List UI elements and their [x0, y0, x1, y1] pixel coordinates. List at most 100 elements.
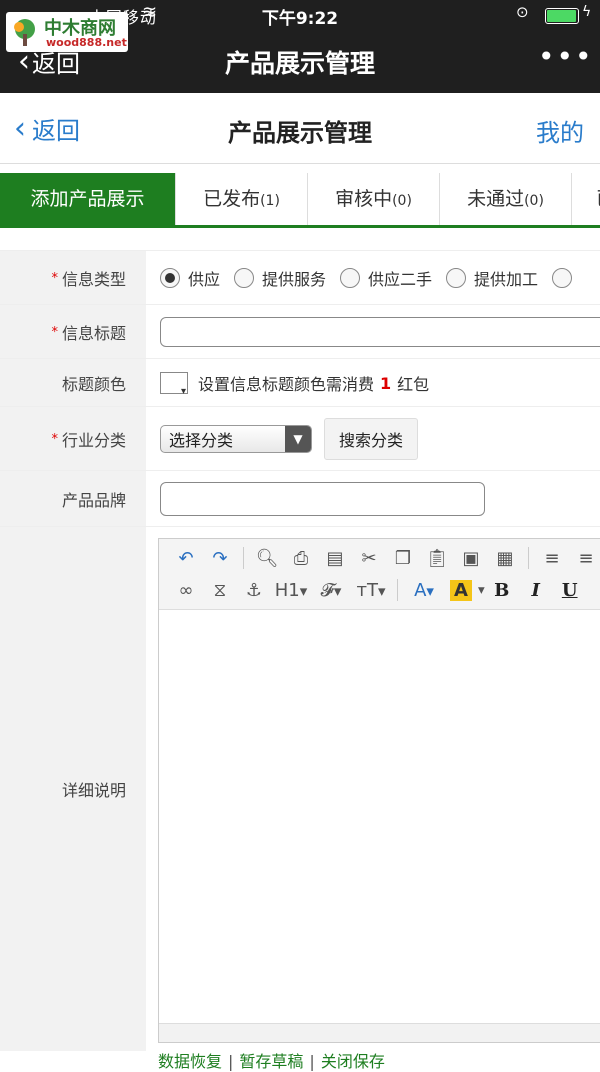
template-icon[interactable]: ▤ [318, 548, 352, 569]
tab-label: 已 [596, 188, 600, 210]
toolbar-row-2: ∞ ⧖ ⚓ H1▾ 𝓕▾ тT▾ A▾ A ▾ B I U [169, 575, 587, 605]
link-separator: | [309, 1052, 315, 1071]
brand-field-wrap [160, 471, 600, 527]
tab-more[interactable]: 已 [572, 173, 600, 225]
rich-text-editor: ↶ ↷ 🔍︎ ⎙ ▤ ✂ ❐ 📋︎ ▣ ▦ ≡ ≡ ∞ ⧖ ⚓ H1▾ 𝓕▾ т… [158, 538, 600, 1043]
heading-dropdown[interactable]: H1▾ [271, 580, 311, 601]
copy-icon[interactable]: ❐ [386, 548, 420, 569]
radio-dot [552, 268, 573, 288]
search-category-button[interactable]: 搜索分类 [324, 418, 419, 460]
editor-status-bar [159, 1023, 600, 1042]
paste-icon[interactable]: 📋︎ [420, 548, 454, 569]
form-row-type: * 信息类型 供应 提供服务 供应二手 提供加工 [0, 250, 600, 305]
mine-link[interactable]: 我的 [536, 113, 584, 148]
battery-icon [545, 8, 579, 24]
paste-word-icon[interactable]: ▦ [488, 548, 522, 569]
title-field-wrap [160, 305, 600, 359]
type-options: 供应 提供服务 供应二手 提供加工 [160, 251, 600, 305]
bold-icon[interactable]: B [485, 580, 519, 601]
font-size-icon: тT [356, 579, 378, 601]
radio-service[interactable]: 提供服务 [234, 266, 326, 290]
brand-label: 产品品牌 [0, 471, 146, 527]
preview-icon[interactable]: 🔍︎ [250, 548, 284, 569]
tree-icon [14, 19, 35, 46]
more-options-button[interactable]: ••• [538, 40, 594, 73]
redo-icon[interactable]: ↷ [203, 548, 237, 569]
color-label-text: 标题颜色 [61, 375, 126, 394]
radio-processing[interactable]: 提供加工 [446, 266, 538, 290]
paste-text-icon[interactable]: ▣ [454, 548, 488, 569]
industry-label-text: 行业分类 [61, 431, 126, 450]
required-mark: * [51, 270, 58, 286]
cut-icon[interactable]: ✂ [352, 548, 386, 569]
font-family-icon: 𝓕 [320, 579, 334, 601]
rotation-lock-icon: ⊙ [516, 3, 529, 21]
tab-label: 添加产品展示 [30, 188, 145, 210]
restore-data-link[interactable]: 数据恢复 [158, 1052, 222, 1071]
heading-icon: H1 [274, 579, 300, 601]
color-cost: 1 [380, 373, 392, 393]
link-icon[interactable]: ∞ [169, 580, 203, 601]
radio-dot [340, 268, 361, 288]
tab-published[interactable]: 已发布(1) [176, 173, 308, 225]
radio-dot [446, 268, 467, 288]
type-label: * 信息类型 [0, 251, 146, 305]
radio-supply[interactable]: 供应 [160, 266, 220, 290]
editor-toolbar: ↶ ↷ 🔍︎ ⎙ ▤ ✂ ❐ 📋︎ ▣ ▦ ≡ ≡ ∞ ⧖ ⚓ H1▾ 𝓕▾ т… [159, 539, 600, 610]
tab-count: (1) [260, 193, 280, 209]
industry-select-value: 选择分类 [169, 431, 234, 450]
type-label-text: 信息类型 [61, 270, 126, 289]
align-left-icon[interactable]: ≡ [535, 548, 569, 569]
dropdown-arrow-icon: ▼ [285, 426, 311, 452]
underline-icon[interactable]: U [553, 580, 587, 601]
radio-more[interactable] [552, 268, 580, 288]
form-row-title: * 信息标题 [0, 304, 600, 359]
radio-used[interactable]: 供应二手 [340, 266, 432, 290]
required-mark: * [51, 431, 58, 447]
title-input[interactable] [160, 317, 600, 347]
color-hint-unit: 红包 [397, 375, 430, 394]
tab-label: 未通过 [467, 188, 525, 210]
toolbar-separator [243, 547, 244, 569]
anchor-icon[interactable]: ⚓ [237, 580, 271, 601]
unlink-icon[interactable]: ⧖ [203, 580, 237, 601]
close-save-link[interactable]: 关闭保存 [321, 1052, 385, 1071]
brand-input[interactable] [160, 482, 485, 516]
tab-reviewing[interactable]: 审核中(0) [308, 173, 440, 225]
toolbar-separator [397, 579, 398, 601]
radio-dot [160, 268, 180, 288]
tab-bar: 添加产品展示 已发布(1) 审核中(0) 未通过(0) 已 [0, 173, 600, 228]
color-picker[interactable] [160, 372, 188, 397]
form-row-color: 标题颜色 设置信息标题颜色需消费 1 红包 [0, 358, 600, 407]
color-field-wrap: 设置信息标题颜色需消费 1 红包 [160, 359, 600, 407]
highlight-icon[interactable]: A [450, 579, 472, 601]
tab-count: (0) [524, 193, 544, 209]
editor-actions: 数据恢复 | 暂存草稿 | 关闭保存 [158, 1048, 385, 1072]
radio-dot [234, 268, 255, 288]
toolbar-row-1: ↶ ↷ 🔍︎ ⎙ ▤ ✂ ❐ 📋︎ ▣ ▦ ≡ ≡ [169, 543, 600, 573]
radio-label: 供应二手 [368, 270, 433, 289]
detail-label: 详细说明 [0, 527, 146, 1051]
tab-add-product[interactable]: 添加产品展示 [0, 173, 176, 225]
undo-icon[interactable]: ↶ [169, 548, 203, 569]
charging-icon: ϟ [582, 4, 592, 20]
form-row-brand: 产品品牌 [0, 470, 600, 527]
font-color-icon: A [414, 579, 427, 601]
industry-select[interactable]: 选择分类 ▼ [160, 425, 312, 453]
brand-label-text: 产品品牌 [61, 491, 126, 510]
print-icon[interactable]: ⎙ [284, 548, 318, 569]
italic-icon[interactable]: I [519, 580, 553, 601]
title-label-text: 信息标题 [61, 324, 126, 343]
detail-label-text: 详细说明 [61, 781, 126, 800]
industry-label: * 行业分类 [0, 407, 146, 471]
font-size-dropdown[interactable]: тT▾ [351, 580, 391, 601]
title-label: * 信息标题 [0, 305, 146, 359]
toolbar-separator [528, 547, 529, 569]
tab-rejected[interactable]: 未通过(0) [440, 173, 572, 225]
font-color-dropdown[interactable]: A▾ [404, 580, 444, 601]
required-mark: * [51, 324, 58, 340]
font-family-dropdown[interactable]: 𝓕▾ [311, 580, 351, 601]
save-draft-link[interactable]: 暂存草稿 [239, 1052, 303, 1071]
editor-content-area[interactable] [159, 609, 600, 1024]
align-center-icon[interactable]: ≡ [569, 548, 600, 569]
